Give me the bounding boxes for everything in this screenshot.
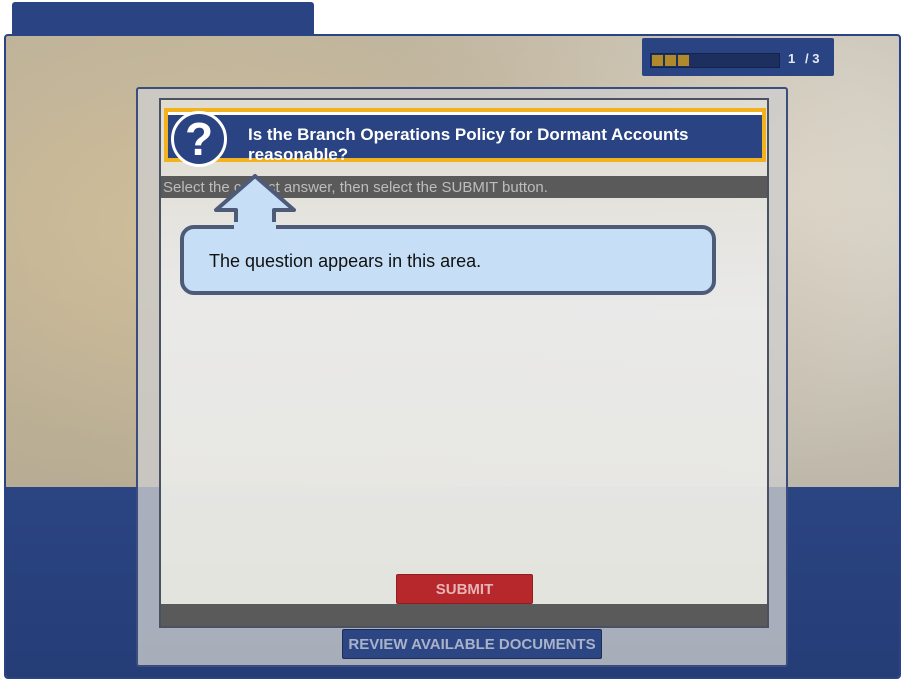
callout-arrow-joint	[234, 222, 276, 232]
progress-indicator: 1 / 3	[642, 38, 834, 76]
callout-text: The question appears in this area.	[209, 251, 482, 271]
progress-total: / 3	[805, 51, 820, 66]
progress-segment	[652, 55, 663, 66]
question-header: ? Is the Branch Operations Policy for Do…	[164, 108, 766, 167]
question-footer-bar	[161, 604, 767, 626]
submit-button[interactable]: SUBMIT	[396, 574, 533, 604]
top-tab-bar	[12, 2, 314, 38]
progress-segment	[665, 55, 676, 66]
progress-bar	[650, 53, 780, 68]
header-top-line	[168, 112, 762, 115]
activity-frame: 1 / 3 ? Is the Branch Operations Policy …	[4, 34, 901, 679]
review-documents-button[interactable]: REVIEW AVAILABLE DOCUMENTS	[342, 629, 602, 659]
question-text: Is the Branch Operations Policy for Dorm…	[248, 125, 689, 164]
tutorial-callout: The question appears in this area.	[180, 225, 716, 295]
question-mark-icon: ?	[171, 111, 227, 167]
progress-segment	[678, 55, 689, 66]
progress-current: 1	[788, 51, 796, 66]
